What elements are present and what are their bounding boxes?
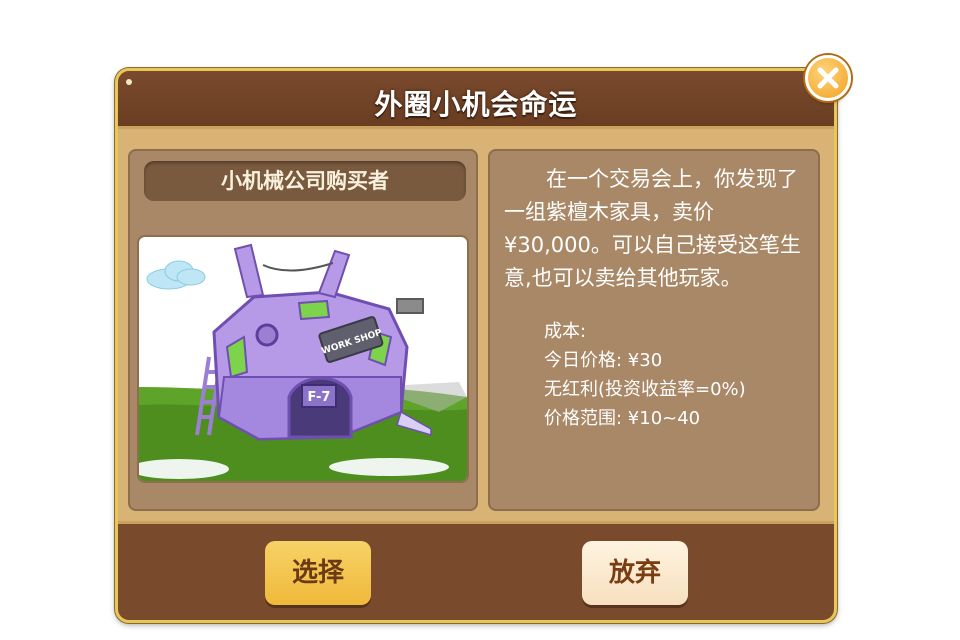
stats-list: 成本: 今日价格: ¥30 无红利(投资收益率=0%) 价格范围: ¥10~40 <box>544 317 804 433</box>
workshop-door-sign: F-7 <box>308 390 331 405</box>
close-button[interactable] <box>805 55 851 101</box>
description-panel: 在一个交易会上，你发现了一组紫檀木家具，卖价¥30,000。可以自己接受这笔生意… <box>488 149 820 511</box>
story-text: 在一个交易会上，你发现了一组紫檀木家具，卖价¥30,000。可以自己接受这笔生意… <box>504 167 801 290</box>
workshop-image: F-7 WORK SHOP <box>139 237 467 481</box>
stat-dividend: 无红利(投资收益率=0%) <box>544 379 746 400</box>
give-up-button[interactable]: 放弃 <box>582 541 688 605</box>
dialog-title: 外圈小机会命运 <box>374 88 578 121</box>
select-button[interactable]: 选择 <box>265 541 371 605</box>
dialog-footer: 选择 放弃 <box>118 521 834 620</box>
stat-today-price: 今日价格: ¥30 <box>544 350 663 371</box>
stat-price-range: 价格范围: ¥10~40 <box>544 408 701 429</box>
fate-dialog: 外圈小机会命运 小机械公司购买者 F-7 WORK SHOP 在一个交易会上，你… <box>115 68 837 623</box>
card-name: 小机械公司购买者 <box>144 161 466 201</box>
dialog-header: 外圈小机会命运 <box>118 71 834 129</box>
stat-cost: 成本: <box>544 321 587 342</box>
card-panel: 小机械公司购买者 F-7 WORK SHOP <box>128 149 478 511</box>
close-x-icon <box>817 67 839 89</box>
